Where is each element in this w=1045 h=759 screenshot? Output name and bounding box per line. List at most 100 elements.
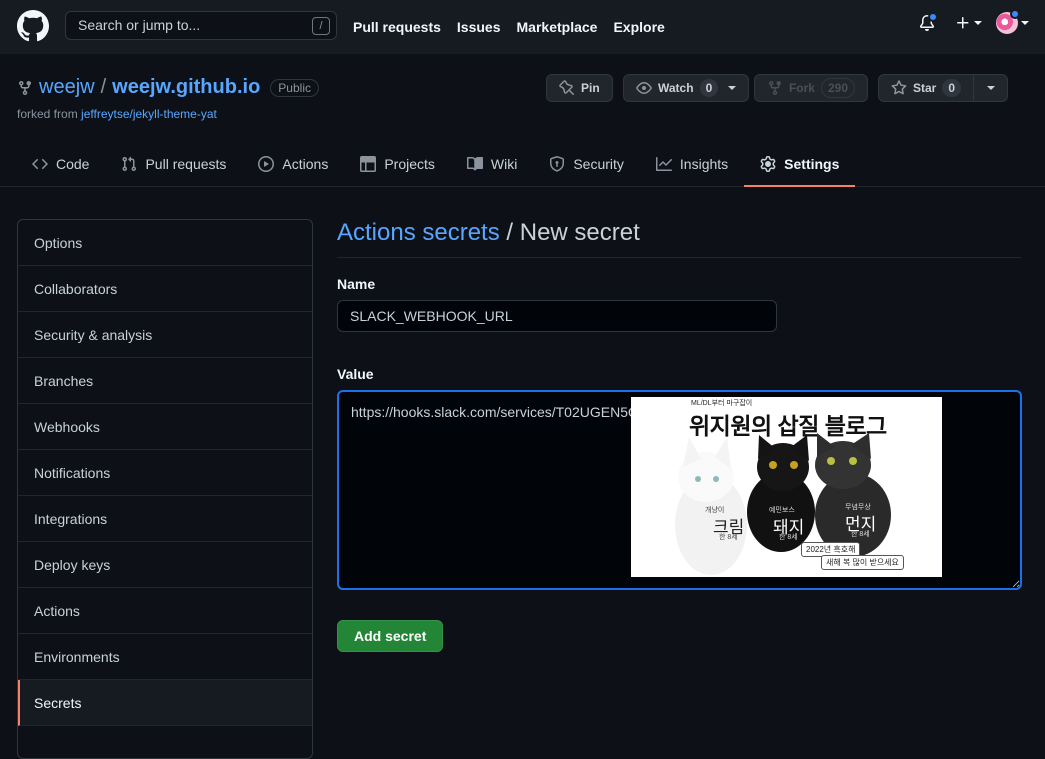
tab-actions[interactable]: Actions — [242, 142, 344, 187]
nav-explore[interactable]: Explore — [613, 19, 664, 35]
search-box[interactable]: / — [65, 11, 337, 40]
sidebar-item-options[interactable]: Options — [18, 220, 312, 266]
forked-from-link[interactable]: jeffreytse/jekyll-theme-yat — [81, 107, 217, 121]
pin-action: Pin — [546, 74, 613, 102]
play-icon — [258, 155, 275, 172]
tab-label: Settings — [784, 155, 840, 172]
watch-count: 0 — [699, 79, 719, 97]
sidebar-item-notifications[interactable]: Notifications — [18, 450, 312, 496]
cat3-age: 한 8세 — [851, 531, 870, 538]
watch-button[interactable]: Watch 0 — [623, 74, 750, 102]
eye-icon — [636, 82, 652, 94]
code-icon — [32, 158, 48, 169]
breadcrumb-actions-secrets-link[interactable]: Actions secrets — [337, 219, 500, 246]
sidebar-item-deploy-keys[interactable]: Deploy keys — [18, 542, 312, 588]
nav-marketplace[interactable]: Marketplace — [517, 19, 598, 35]
sidebar-item-security-analysis[interactable]: Security & analysis — [18, 312, 312, 358]
tab-security[interactable]: Security — [533, 142, 640, 187]
sidebar-item-environments[interactable]: Environments — [18, 634, 312, 680]
tab-label: Actions — [282, 155, 329, 172]
table-icon — [360, 155, 377, 172]
star-action: Star 0 — [878, 74, 1009, 102]
sidebar-item-actions[interactable]: Actions — [18, 588, 312, 634]
new-secret-form: Actions secrets / New secret Name Value … — [337, 219, 1022, 652]
star-button[interactable]: Star 0 — [878, 74, 975, 102]
chevron-down-icon — [728, 86, 737, 90]
pin-button[interactable]: Pin — [546, 74, 613, 102]
tab-insights[interactable]: Insights — [640, 142, 744, 187]
global-header: / Pull requests Issues Marketplace Explo… — [0, 0, 1045, 54]
visibility-badge: Public — [270, 78, 319, 97]
ad-pill-greeting: 새해 복 많이 받으세요 — [821, 555, 904, 570]
breadcrumb-current: New secret — [519, 219, 640, 246]
tab-label: Projects — [384, 155, 435, 172]
global-nav: Pull requests Issues Marketplace Explore — [353, 0, 665, 54]
star-count: 0 — [942, 79, 962, 97]
nav-pull-requests[interactable]: Pull requests — [353, 19, 441, 35]
forked-from: forked from jeffreytse/jekyll-theme-yat — [17, 107, 217, 121]
pin-label: Pin — [581, 81, 600, 95]
fork-label: Fork — [788, 81, 815, 95]
chevron-down-icon — [974, 21, 982, 25]
chevron-down-icon — [986, 86, 995, 90]
breadcrumb-separator: / — [499, 219, 520, 246]
repo-forked-icon — [768, 81, 781, 95]
watch-label: Watch — [658, 81, 694, 95]
sidebar-item-webhooks[interactable]: Webhooks — [18, 404, 312, 450]
fork-button[interactable]: Fork 290 — [754, 74, 868, 102]
book-icon — [466, 156, 483, 170]
name-label: Name — [337, 276, 376, 292]
overlay-blog-image: ML/DL부터 마구잡이 위지원의 삽질 블로그 개냥이 크림 한 8세 예민보… — [631, 397, 942, 577]
star-list-dropdown[interactable] — [974, 74, 1009, 102]
repo-name-link[interactable]: weejw.github.io — [112, 76, 260, 99]
sidebar-item-collaborators[interactable]: Collaborators — [18, 266, 312, 312]
tab-projects[interactable]: Projects — [344, 142, 451, 187]
secret-name-field[interactable] — [337, 300, 777, 332]
secret-value-wrapper: https://hooks.slack.com/services/T02UGEN… — [337, 390, 1022, 590]
status-dot — [1010, 9, 1020, 19]
tab-settings[interactable]: Settings — [744, 142, 856, 187]
forked-prefix: forked from — [17, 107, 78, 121]
tab-label: Pull requests — [145, 155, 227, 172]
repo-title: weejw / weejw.github.io Public — [17, 76, 319, 99]
tab-wiki[interactable]: Wiki — [451, 142, 533, 187]
tab-pull-requests[interactable]: Pull requests — [105, 142, 242, 187]
search-input[interactable] — [78, 12, 298, 39]
repository-header: weejw / weejw.github.io Public forked fr… — [0, 54, 1045, 187]
cats-illustration — [675, 433, 891, 575]
create-new-button[interactable] — [955, 15, 982, 31]
github-logo-icon[interactable] — [16, 10, 50, 42]
notifications-button[interactable] — [919, 12, 938, 31]
cat2-age: 한 8세 — [779, 534, 798, 541]
chevron-down-icon — [1021, 21, 1029, 25]
pull-request-icon — [122, 156, 137, 171]
pin-icon — [559, 80, 575, 96]
header-actions — [919, 9, 1029, 34]
sidebar-item-secrets[interactable]: Secrets — [18, 680, 312, 726]
page-title: Actions secrets / New secret — [337, 219, 1021, 258]
repo-tabs: Code Pull requests Actions Projects Wiki… — [16, 142, 856, 187]
fork-action: Fork 290 — [754, 74, 868, 102]
repo-separator: / — [100, 76, 107, 98]
user-menu-button[interactable] — [996, 9, 1029, 34]
tab-code[interactable]: Code — [16, 142, 105, 187]
plus-icon — [957, 17, 969, 29]
nav-issues[interactable]: Issues — [457, 19, 501, 35]
notification-dot — [928, 12, 938, 22]
shield-icon — [550, 155, 565, 172]
graph-icon — [655, 156, 672, 171]
repo-owner-link[interactable]: weejw — [39, 76, 95, 99]
sidebar-item-branches[interactable]: Branches — [18, 358, 312, 404]
settings-sidebar: Options Collaborators Security & analysi… — [17, 219, 313, 759]
slash-shortcut-hint: / — [312, 17, 330, 35]
star-label: Star — [913, 81, 937, 95]
fork-count: 290 — [820, 78, 855, 98]
value-label: Value — [337, 366, 374, 382]
repo-forked-icon — [19, 80, 31, 95]
add-secret-button[interactable]: Add secret — [337, 620, 444, 652]
tab-label: Code — [56, 155, 90, 172]
gear-icon — [760, 155, 776, 172]
cat1-age: 한 8세 — [719, 534, 738, 541]
star-icon — [891, 80, 907, 95]
sidebar-item-integrations[interactable]: Integrations — [18, 496, 312, 542]
